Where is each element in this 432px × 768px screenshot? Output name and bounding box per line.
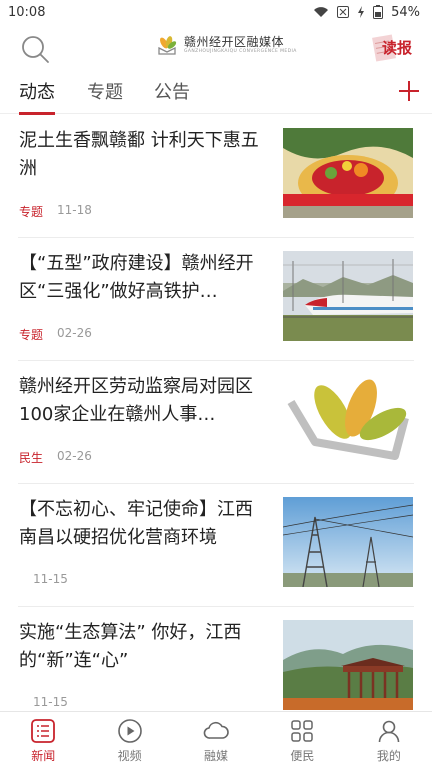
news-meta: 专题 02-26 [19,326,92,343]
news-date: 11-15 [33,695,68,709]
news-thumbnail [283,128,413,218]
nav-item-media[interactable]: 融媒 [173,712,259,768]
add-channel-icon[interactable] [398,80,420,102]
status-bar: 10:08 54% [0,0,432,24]
app-header: 赣州经开区融媒体 GANZHOUJINGKAIQU CONVERGENCE ME… [0,26,432,70]
news-title: 赣州经开区劳动监察局对园区100家企业在赣州人事… [19,376,253,425]
news-date: 02-26 [57,449,92,463]
news-meta: 11-15 [19,695,68,709]
brand-title: 赣州经开区融媒体 [184,35,285,49]
nav-item-video[interactable]: 视频 [86,712,172,768]
grid-icon [291,720,314,742]
news-title: 【不忘初心、牢记使命】江西南昌以硬招优化营商环境 [19,499,253,548]
nav-label: 我的 [376,749,401,763]
nav-label: 融媒 [204,749,229,763]
sim-icon [337,6,350,18]
news-tag: 民生 [19,451,44,465]
news-thumbnail [283,497,413,587]
nav-item-news[interactable]: 新闻 [0,712,86,768]
news-item[interactable]: 泥土生香飘赣鄱 计利天下惠五洲 专题 11-18 [0,115,432,238]
tab-topics[interactable]: 专题 [87,78,123,112]
battery-icon [373,5,384,19]
news-item[interactable]: 实施“生态算法” 你好，江西的“新”连“心” 11-15 [0,607,432,711]
brand-logo [158,36,177,55]
news-thumbnail [283,374,413,464]
news-title: 实施“生态算法” 你好，江西的“新”连“心” [19,622,242,671]
wifi-icon [314,7,329,17]
news-item[interactable]: 赣州经开区劳动监察局对园区100家企业在赣州人事… 民生 02-26 [0,361,432,484]
tab-announcements[interactable]: 公告 [154,78,190,112]
brand-text: 赣州经开区融媒体 GANZHOUJINGKAIQU CONVERGENCE ME… [184,35,297,55]
cloud-icon [203,721,229,739]
news-date: 02-26 [57,326,92,340]
read-paper-button[interactable]: 读报 [370,32,416,64]
search-icon[interactable] [20,34,50,64]
brand-subtitle: GANZHOUJINGKAIQU CONVERGENCE MEDIA [184,49,297,54]
news-item[interactable]: 【“五型”政府建设】赣州经开区“三强化”做好高铁护… 专题 02-26 [0,238,432,361]
news-title: 泥土生香飘赣鄱 计利天下惠五洲 [19,130,259,179]
status-icons: 54% [313,5,420,20]
brand: 赣州经开区融媒体 GANZHOUJINGKAIQU CONVERGENCE ME… [156,34,297,56]
news-thumbnail [283,251,413,341]
news-title: 【“五型”政府建设】赣州经开区“三强化”做好高铁护… [19,253,254,302]
news-meta: 专题 11-18 [19,203,92,220]
news-list: 泥土生香飘赣鄱 计利天下惠五洲 专题 11-18 【“五型”政府建设】赣州经开区… [0,115,432,711]
nav-item-services[interactable]: 便民 [259,712,345,768]
nav-label: 视频 [117,749,142,763]
news-tag: 专题 [19,328,44,342]
news-thumbnail [283,620,413,710]
play-icon [117,719,142,743]
nav-label: 新闻 [31,749,56,763]
news-tag: 专题 [19,205,44,219]
bottom-nav: 新闻 视频 融媒 便民 我的 [0,711,432,768]
nav-item-profile[interactable]: 我的 [346,712,432,768]
status-time: 10:08 [8,4,46,20]
nav-label: 便民 [290,749,315,763]
battery-percent: 54% [391,4,420,20]
news-date: 11-18 [57,203,92,217]
news-icon [31,719,56,743]
charging-icon [358,6,365,18]
channel-tabs: 动态 专题 公告 [0,74,432,115]
news-item[interactable]: 【不忘初心、牢记使命】江西南昌以硬招优化营商环境 11-15 [0,484,432,607]
person-icon [378,720,400,743]
news-meta: 11-15 [19,572,68,586]
read-paper-label: 读报 [381,39,412,57]
tab-dynamics[interactable]: 动态 [19,78,55,115]
news-meta: 民生 02-26 [19,449,92,466]
news-date: 11-15 [33,572,68,586]
